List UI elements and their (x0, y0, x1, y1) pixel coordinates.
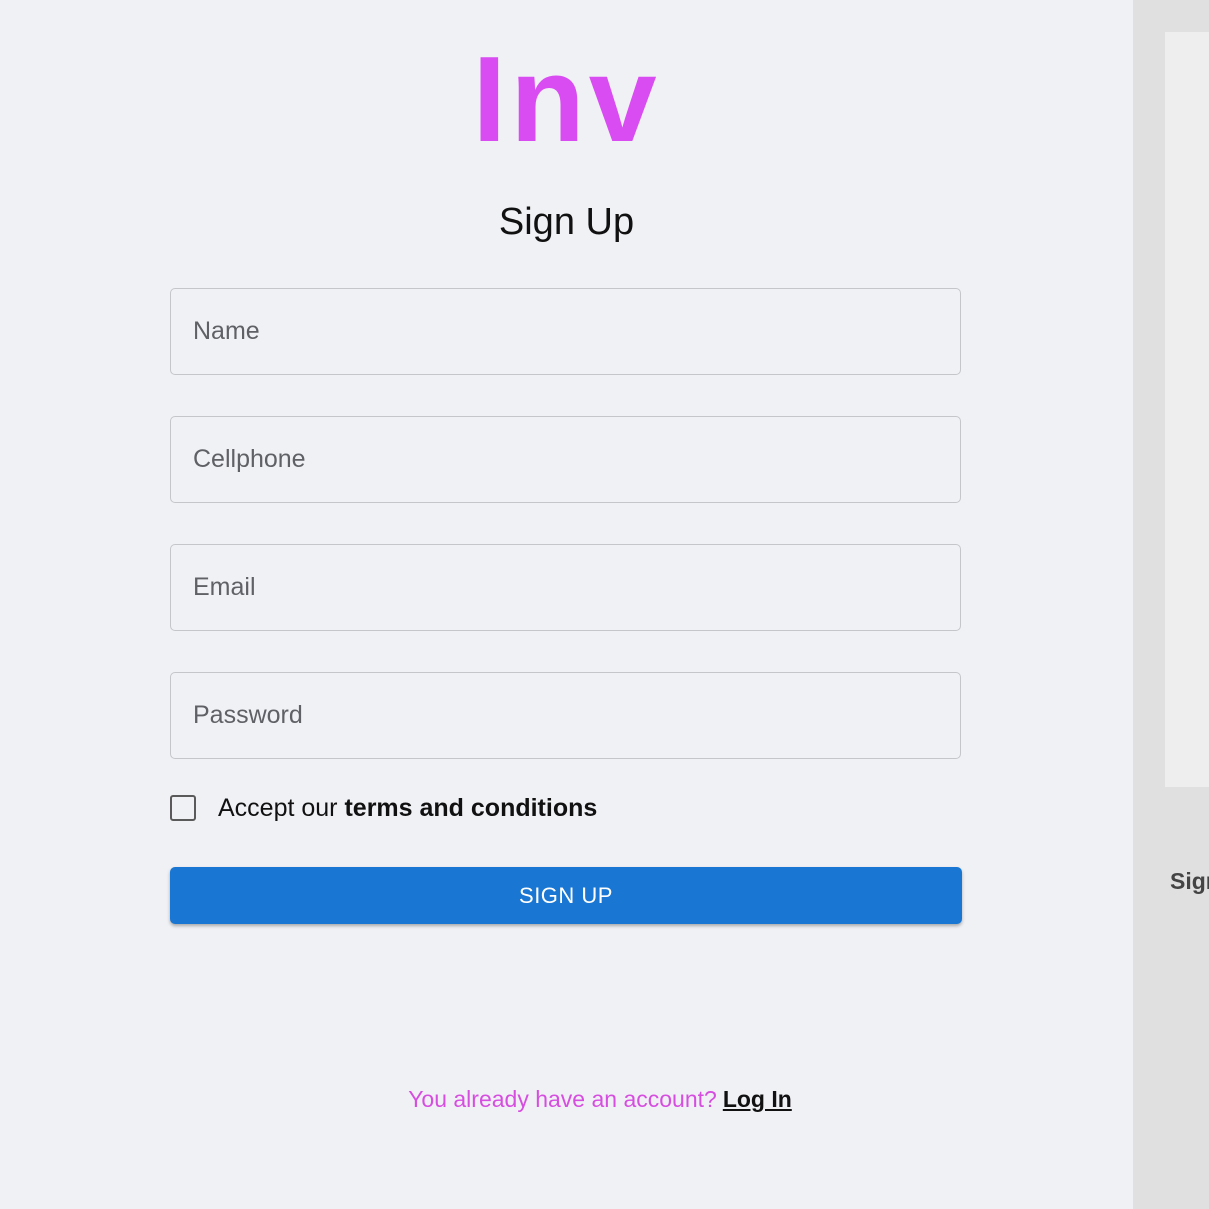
side-panel: Sign (1133, 0, 1209, 1209)
brand-logo: Inv (472, 31, 661, 167)
cellphone-field[interactable] (170, 416, 961, 503)
terms-link[interactable]: terms and conditions (344, 794, 597, 822)
login-prompt-row: You already have an account? Log In (0, 1086, 1200, 1113)
email-field[interactable] (170, 544, 961, 631)
password-field[interactable] (170, 672, 961, 759)
terms-prefix: Accept our (218, 793, 338, 822)
terms-text: Accept our terms and conditions (218, 794, 597, 823)
side-panel-label: Sign (1170, 868, 1209, 894)
name-input[interactable] (171, 289, 960, 374)
email-input[interactable] (171, 545, 960, 630)
page-title: Sign Up (498, 201, 635, 243)
signup-main-panel: Inv Sign Up Accept our terms and conditi… (0, 0, 1133, 1209)
password-input[interactable] (171, 673, 960, 758)
side-card (1165, 32, 1209, 787)
name-field[interactable] (170, 288, 961, 375)
signup-page: Inv Sign Up Accept our terms and conditi… (0, 0, 1209, 1209)
cellphone-input[interactable] (171, 417, 960, 502)
terms-checkbox[interactable] (170, 795, 196, 821)
sign-up-button[interactable]: SIGN UP (170, 867, 962, 924)
terms-row: Accept our terms and conditions (170, 792, 597, 824)
login-link[interactable]: Log In (723, 1086, 792, 1112)
login-prompt-text: You already have an account? (408, 1086, 717, 1112)
